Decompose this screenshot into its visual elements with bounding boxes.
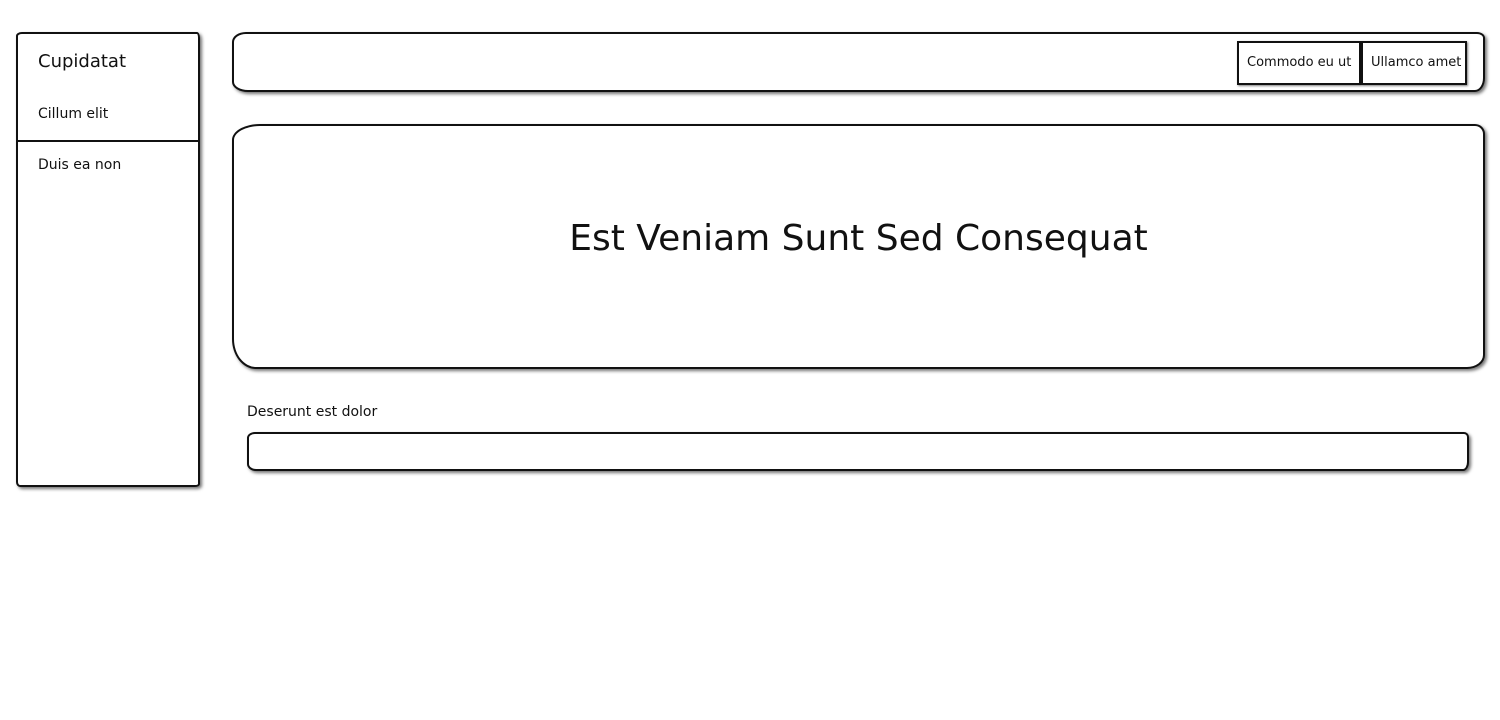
text-input[interactable] [247, 432, 1469, 471]
field-label: Deserunt est dolor [247, 404, 378, 420]
hero-banner: Est Veniam Sunt Sed Consequat [232, 124, 1485, 369]
header-bar: Commodo eu ut Ullamco amet [232, 32, 1485, 92]
sidebar-item-duis-ea-non[interactable]: Duis ea non [38, 157, 121, 173]
sidebar-divider [16, 140, 200, 142]
sidebar: Cupidatat Cillum elit Duis ea non [16, 32, 200, 487]
hero-title: Est Veniam Sunt Sed Consequat [569, 218, 1148, 259]
commodo-eu-ut-button[interactable]: Commodo eu ut [1237, 41, 1361, 85]
ullamco-amet-button[interactable]: Ullamco amet [1361, 41, 1467, 85]
sidebar-item-cillum-elit[interactable]: Cillum elit [38, 106, 108, 122]
sidebar-title: Cupidatat [38, 51, 127, 72]
